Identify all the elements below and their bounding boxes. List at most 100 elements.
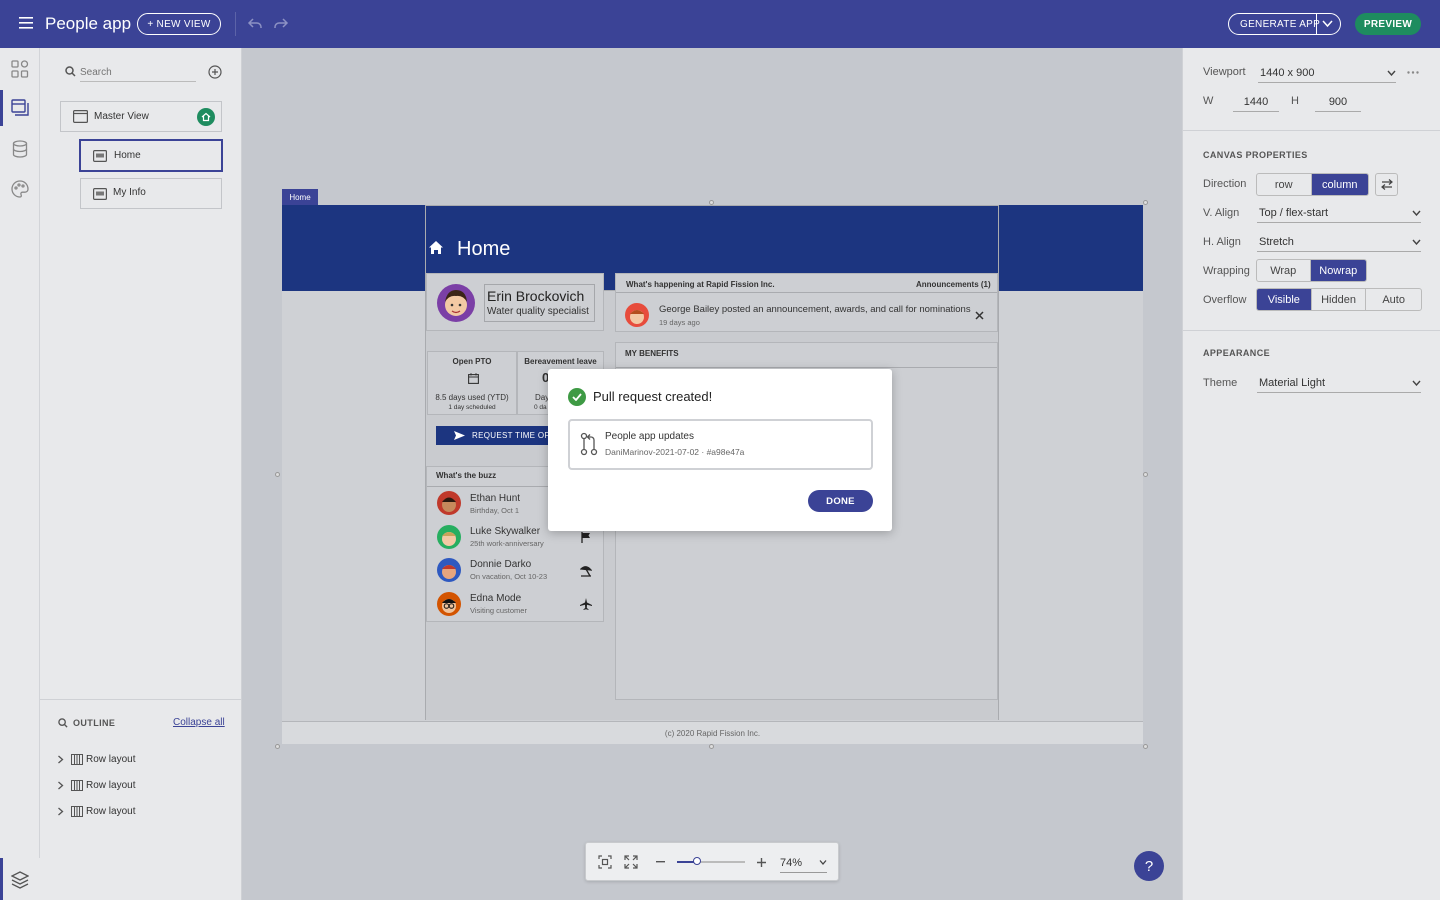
views-icon[interactable] — [11, 99, 29, 117]
selection-handle[interactable] — [1143, 744, 1148, 749]
news-item[interactable]: George Bailey posted an announcement, aw… — [659, 304, 971, 315]
chevron-down-icon[interactable] — [1322, 20, 1333, 28]
profile-text-box: Erin Brockovich Water quality specialist — [484, 284, 595, 322]
height-input[interactable]: 900 — [1315, 92, 1361, 112]
components-icon[interactable] — [11, 60, 29, 78]
chevron-down-icon — [1412, 210, 1421, 216]
outline-search-icon[interactable] — [58, 718, 68, 728]
fit-to-screen-icon[interactable] — [598, 855, 612, 869]
new-view-button[interactable]: + NEW VIEW — [137, 13, 221, 35]
theme-value: Material Light — [1259, 376, 1326, 389]
pto-scheduled: 1 day scheduled — [448, 404, 496, 411]
selection-handle[interactable] — [275, 744, 280, 749]
height-value: 900 — [1328, 95, 1348, 108]
width-input[interactable]: 1440 — [1233, 92, 1279, 112]
selection-handle[interactable] — [709, 744, 714, 749]
direction-row-option[interactable]: row — [1257, 174, 1312, 195]
appearance-title: APPEARANCE — [1203, 348, 1271, 358]
benefits-divider — [616, 367, 997, 368]
page-icon — [93, 188, 107, 200]
buzz-row[interactable]: Donnie Darko On vacation, Oct 10-23 — [427, 553, 603, 587]
theme-select[interactable]: Material Light — [1257, 373, 1421, 393]
page-title: Home — [457, 238, 511, 260]
zoom-out-icon[interactable] — [656, 861, 665, 863]
done-button[interactable]: DONE — [808, 490, 873, 512]
palette-icon[interactable] — [11, 180, 29, 198]
selection-handle[interactable] — [1143, 472, 1148, 477]
database-icon[interactable] — [11, 140, 29, 158]
profile-name: Erin Brockovich — [487, 288, 585, 304]
zoom-slider[interactable] — [677, 857, 745, 865]
swap-direction-button[interactable] — [1375, 173, 1398, 196]
pr-card[interactable]: People app updates DaniMarinov-2021-07-0… — [568, 419, 873, 470]
pr-title: People app updates — [605, 431, 694, 442]
buzz-name: Edna Mode — [470, 593, 522, 604]
viewport-label: Viewport — [1203, 66, 1246, 78]
open-pto-card: Open PTO 8.5 days used (YTD) 1 day sched… — [427, 351, 517, 415]
avatar — [437, 592, 461, 616]
direction-label: Direction — [1203, 178, 1247, 190]
overflow-visible-option[interactable]: Visible — [1257, 289, 1312, 310]
layers-icon[interactable] — [11, 871, 29, 889]
tree-item-label: Master View — [94, 111, 149, 122]
canvas-properties-title: CANVAS PROPERTIES — [1203, 150, 1308, 160]
zoom-in-icon[interactable] — [757, 858, 766, 867]
nowrap-option[interactable]: Nowrap — [1310, 260, 1366, 281]
wrapping-label: Wrapping — [1203, 265, 1250, 277]
chevron-right-icon — [58, 807, 64, 815]
properties-panel: Viewport 1440 x 900 W 1440 H 900 CANVAS … — [1182, 48, 1440, 900]
viewport-select[interactable]: 1440 x 900 — [1258, 63, 1396, 83]
preview-button[interactable]: PREVIEW — [1355, 13, 1421, 35]
overflow-hidden-option[interactable]: Hidden — [1312, 289, 1367, 310]
chevron-down-icon — [819, 860, 827, 865]
tree-item-master-view[interactable]: Master View — [60, 101, 222, 132]
top-bar: People app + NEW VIEW GENERATE APP PREVI… — [0, 0, 1440, 48]
redo-icon[interactable] — [273, 16, 289, 32]
menu-icon[interactable] — [19, 17, 33, 29]
tree-item-label: My Info — [113, 187, 146, 198]
direction-column-option[interactable]: column — [1311, 174, 1368, 195]
zoom-toolbar: 74% — [585, 842, 839, 881]
flag-icon — [581, 532, 591, 543]
buzz-row[interactable]: Edna Mode Visiting customer — [427, 587, 603, 620]
swap-icon — [1380, 179, 1393, 190]
outline-row[interactable]: Row layout — [57, 778, 135, 792]
undo-icon[interactable] — [247, 16, 263, 32]
chevron-right-icon — [58, 781, 64, 789]
beach-icon — [580, 565, 592, 577]
outline-label: Row layout — [86, 805, 136, 817]
add-view-icon[interactable] — [208, 65, 222, 79]
valign-select[interactable]: Top / flex-start — [1257, 203, 1421, 223]
close-icon[interactable] — [975, 311, 984, 320]
halign-select[interactable]: Stretch — [1257, 232, 1421, 252]
valign-value: Top / flex-start — [1259, 206, 1329, 219]
tree-item-home[interactable]: Home — [79, 139, 223, 172]
tree-item-my-info[interactable]: My Info — [80, 178, 222, 209]
request-time-off-label: REQUEST TIME OFF — [472, 431, 555, 440]
zoom-slider-thumb[interactable] — [693, 857, 702, 865]
outline-title: OUTLINE — [73, 718, 116, 728]
halign-value: Stretch — [1259, 235, 1294, 248]
help-button[interactable]: ? — [1134, 851, 1164, 881]
collapse-all-link[interactable]: Collapse all — [173, 717, 225, 728]
selection-handle[interactable] — [1143, 200, 1148, 205]
canvas-tag[interactable]: Home — [282, 189, 318, 205]
request-time-off-button[interactable]: REQUEST TIME OFF — [436, 426, 556, 445]
overflow-auto-option[interactable]: Auto — [1366, 289, 1421, 310]
announcements-count[interactable]: Announcements (1) — [916, 280, 991, 289]
buzz-sub: Visiting customer — [470, 606, 527, 615]
search-input[interactable] — [80, 64, 196, 82]
wrap-option[interactable]: Wrap — [1257, 260, 1311, 281]
buzz-name: Ethan Hunt — [470, 493, 521, 504]
height-label: H — [1291, 95, 1299, 107]
footer: (c) 2020 Rapid Fission Inc. — [282, 721, 1143, 744]
fullscreen-icon[interactable] — [624, 855, 638, 869]
outline-row[interactable]: Row layout — [57, 752, 135, 766]
outline-row[interactable]: Row layout — [57, 804, 135, 818]
zoom-select[interactable]: 74% — [780, 853, 827, 873]
selection-handle[interactable] — [275, 472, 280, 477]
pull-request-dialog: Pull request created! People app updates… — [548, 369, 892, 531]
dialog-title: Pull request created! — [593, 389, 713, 404]
avatar — [625, 303, 649, 327]
more-icon[interactable] — [1407, 71, 1419, 74]
